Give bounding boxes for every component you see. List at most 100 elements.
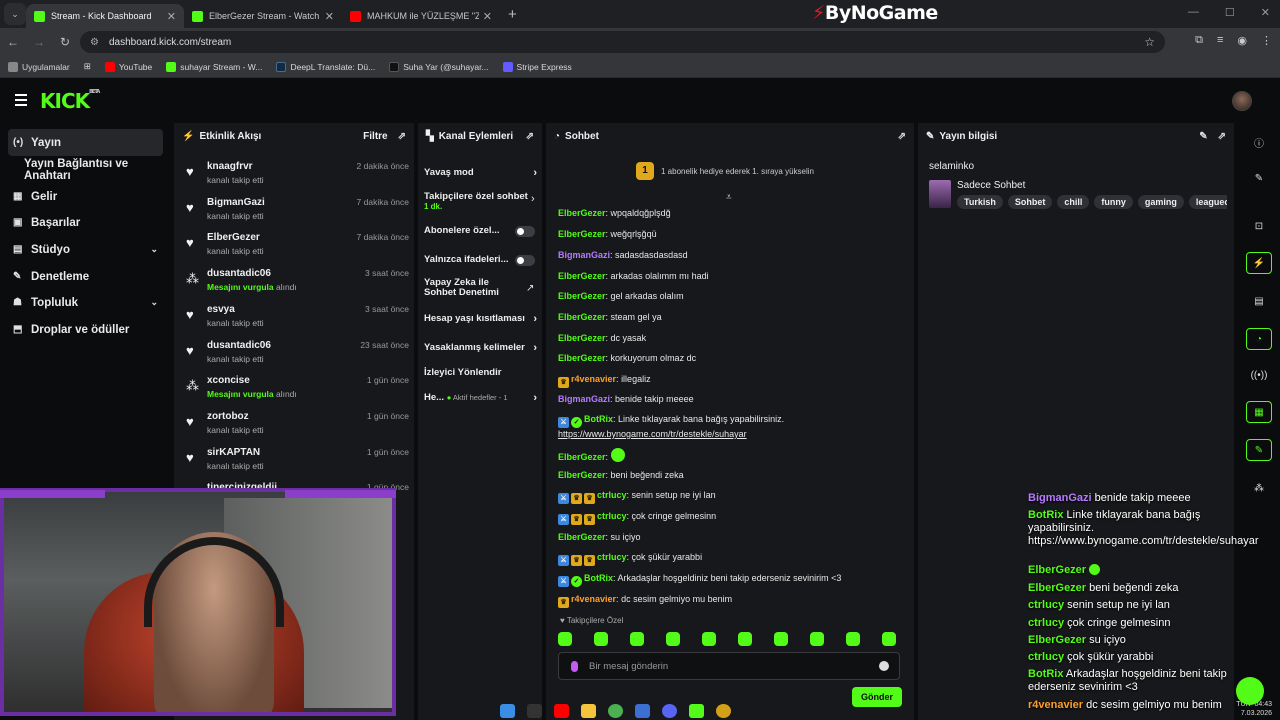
- kick-logo[interactable]: KICKBETA: [40, 89, 100, 113]
- emote-icon[interactable]: [738, 632, 752, 646]
- emote-icon[interactable]: [846, 632, 860, 646]
- chat-username[interactable]: ctrlucy: [597, 511, 627, 521]
- stack-icon[interactable]: ▦: [1246, 401, 1272, 423]
- chat-message[interactable]: ElberGezer: korkuyorum olmaz dc: [558, 352, 903, 365]
- activity-item[interactable]: ♥ ElberGezer kanalı takip etti 7 dakika önc…: [184, 230, 409, 264]
- gift-sub-banner[interactable]: 1 1 abonelik hediye ederek 1. sıraya yük…: [636, 162, 814, 180]
- url-input[interactable]: ⚙ dashboard.kick.com/stream ☆: [80, 31, 1165, 53]
- nav-item-achievements[interactable]: ▣ Başarılar: [8, 209, 163, 236]
- new-tab-icon[interactable]: +: [508, 6, 517, 23]
- kick-emote-icon[interactable]: [571, 661, 578, 672]
- reload-icon[interactable]: ↻: [52, 35, 78, 49]
- maximize-icon[interactable]: ☐: [1225, 6, 1235, 19]
- chat-message[interactable]: ElberGezer: gel arkadas olalım: [558, 290, 903, 303]
- bookmark-star-icon[interactable]: ☆: [1144, 35, 1155, 49]
- emote-icon[interactable]: [774, 632, 788, 646]
- chat-input[interactable]: Bir mesaj gönderin: [558, 652, 900, 680]
- support-chat-button[interactable]: [1236, 677, 1264, 705]
- chat-username[interactable]: ElberGezer: [558, 532, 606, 542]
- filter-button[interactable]: Filtre: [363, 131, 387, 142]
- chat-message[interactable]: ♛ r4venavier: dc sesim gelmiyo mu benim: [558, 593, 903, 608]
- chat-message[interactable]: ElberGezer: su içiyo: [558, 531, 903, 544]
- chat-username[interactable]: r4venavier: [571, 594, 616, 604]
- lightning-icon[interactable]: ⚡: [1246, 252, 1272, 274]
- bookmark-youtube[interactable]: YouTube: [104, 61, 152, 72]
- chat-bubble-icon[interactable]: ◔: [1246, 328, 1272, 350]
- nav-item-stream[interactable]: (•) Yayın: [8, 129, 163, 156]
- nav-item-stream-key[interactable]: Yayın Bağlantısı ve Anahtarı: [8, 156, 173, 183]
- activity-item[interactable]: ♥ esvya kanalı takip etti 3 saat önce: [184, 302, 409, 336]
- screenshot-icon[interactable]: ⊡: [1246, 215, 1272, 237]
- chat-message[interactable]: ♛ r4venavier: illegaliz: [558, 373, 903, 388]
- popout-icon[interactable]: ⇗: [1218, 131, 1226, 142]
- chat-message[interactable]: BigmanGazi: sadasdasdasdasd: [558, 249, 903, 262]
- tab-kick-dashboard[interactable]: Stream - Kick Dashboard ✕: [26, 4, 184, 28]
- tab-youtube-video[interactable]: MAHKUM ile YÜZLEŞME "Zama ✕: [342, 4, 500, 28]
- chat-message[interactable]: ⚔ ♛ ♛ ctrlucy: çok şükür yarabbi: [558, 551, 903, 566]
- slow-mode-row[interactable]: Yavaş mod ›: [424, 167, 537, 179]
- chat-username[interactable]: BotRix: [584, 414, 613, 424]
- popout-icon[interactable]: ⇗: [898, 131, 906, 142]
- chat-username[interactable]: ElberGezer: [558, 208, 606, 218]
- chat-username[interactable]: ElberGezer: [558, 353, 606, 363]
- bookmark-apps[interactable]: Uygulamalar: [8, 61, 70, 72]
- activity-item[interactable]: ⁂ dusantadic06 Mesajını vurgula alındı 3 sa…: [184, 266, 409, 300]
- activity-item[interactable]: ⁂ xconcise Mesajını vurgula alındı 1 gün ön…: [184, 373, 409, 407]
- chat-message[interactable]: ElberGezer: beni beğendi zeka: [558, 469, 903, 482]
- emote-icon[interactable]: [882, 632, 896, 646]
- minimize-icon[interactable]: —: [1188, 6, 1199, 19]
- user-avatar[interactable]: [1232, 91, 1252, 111]
- tab-elbergezer-stream[interactable]: ElberGezer Stream - Watch Live ✕: [184, 4, 342, 28]
- kick-app-icon[interactable]: [689, 704, 704, 718]
- chat-username[interactable]: ElberGezer: [558, 291, 606, 301]
- activity-item[interactable]: ♥ knaagfrvr kanalı takip etti 2 dakika önce: [184, 159, 409, 193]
- followers-only-row[interactable]: Takipçilere özel sohbet 1 dk.: [424, 191, 529, 211]
- broadcast-icon[interactable]: ((•)): [1246, 364, 1272, 386]
- banned-words-row[interactable]: Yasaklanmış kelimeler ›: [424, 342, 537, 354]
- account-age-row[interactable]: Hesap yaşı kısıtlaması ›: [424, 313, 537, 325]
- chat-username[interactable]: ctrlucy: [597, 552, 627, 562]
- tag[interactable]: leagueofle: [1188, 195, 1227, 209]
- chat-username[interactable]: ElberGezer: [558, 333, 606, 343]
- emote-icon[interactable]: [558, 632, 572, 646]
- emote-icon[interactable]: [666, 632, 680, 646]
- emotes-only-toggle[interactable]: [515, 255, 535, 266]
- raid-row[interactable]: İzleyici Yönlendir: [424, 367, 537, 378]
- profile-icon[interactable]: ◉: [1237, 34, 1247, 47]
- close-icon[interactable]: ✕: [325, 10, 334, 23]
- activity-item[interactable]: ♥ BigmanGazi kanalı takip etti 7 dakika önc…: [184, 195, 409, 229]
- chat-username[interactable]: BotRix: [584, 573, 613, 583]
- menu-icon[interactable]: ⋮: [1261, 34, 1272, 47]
- chrome-icon[interactable]: [608, 704, 623, 718]
- extensions-icon[interactable]: ⧉: [1195, 34, 1203, 47]
- nav-item-moderation[interactable]: ✎ Denetleme: [8, 263, 163, 290]
- chat-username[interactable]: ctrlucy: [597, 490, 627, 500]
- chat-message[interactable]: BigmanGazi: benide takip meeee: [558, 393, 903, 406]
- chat-username[interactable]: BigmanGazi: [558, 394, 610, 404]
- goals-row[interactable]: He... ● Aktif hedefler - 1 ›: [424, 392, 537, 404]
- chat-username[interactable]: ElberGezer: [558, 271, 606, 281]
- youtube-app-icon[interactable]: [554, 704, 569, 718]
- ai-moderation-row[interactable]: Yapay Zeka ile Sohbet Denetimi: [424, 278, 520, 298]
- wrench-icon[interactable]: ✎: [1246, 439, 1272, 461]
- nav-item-revenue[interactable]: ▦ Gelir: [8, 183, 163, 210]
- media-icon[interactable]: ≡: [1217, 34, 1223, 47]
- activity-item[interactable]: ♥ zortoboz kanalı takip etti 1 gün önce: [184, 409, 409, 443]
- activity-item[interactable]: ♥ sirKAPTAN kanalı takip etti 1 gün önce: [184, 445, 409, 479]
- tag[interactable]: gaming: [1137, 195, 1184, 209]
- close-window-icon[interactable]: ✕: [1261, 6, 1270, 19]
- site-settings-icon[interactable]: ⚙: [90, 37, 99, 48]
- windows-start-icon[interactable]: [500, 704, 515, 718]
- info-icon[interactable]: ⓘ: [1246, 131, 1272, 153]
- nav-item-studio[interactable]: ▤ Stüdyo ⌄: [8, 236, 163, 263]
- app-icon[interactable]: [635, 704, 650, 718]
- nav-item-community[interactable]: ☗ Topluluk ⌄: [8, 289, 163, 316]
- chat-message[interactable]: ⚔ ✓ BotRix: Arkadaşlar hoşgeldiniz beni ta…: [558, 572, 903, 587]
- bookmark-tiktok[interactable]: Suha Yar (@suhayar...: [389, 61, 489, 72]
- chat-message[interactable]: ElberGezer: weğqrlşğqü: [558, 228, 903, 241]
- activity-item[interactable]: ♥ dusantadic06 kanalı takip etti 23 saat ön…: [184, 338, 409, 372]
- close-icon[interactable]: ✕: [483, 10, 492, 23]
- chat-username[interactable]: BigmanGazi: [558, 250, 610, 260]
- tag[interactable]: chill: [1057, 195, 1090, 209]
- bookmark-stripe[interactable]: Stripe Express: [502, 61, 572, 72]
